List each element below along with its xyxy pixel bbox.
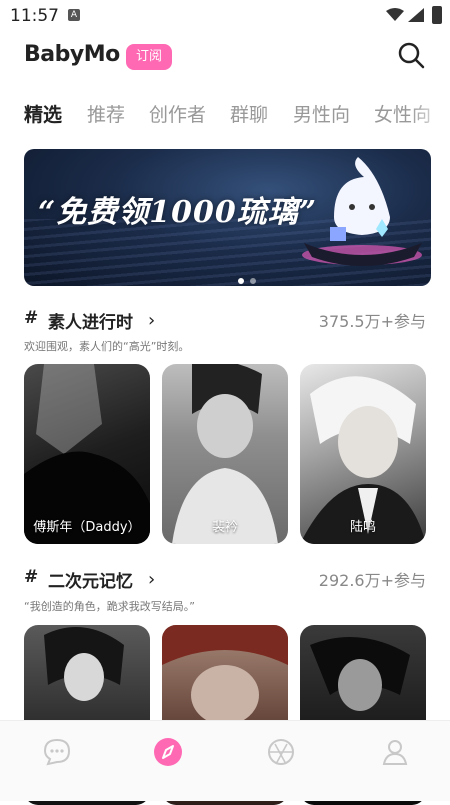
character-card[interactable]: 陆鸣 [300,364,426,544]
section-header-anime-memories[interactable]: # 二次元记忆 › 292.6万+参与 [24,567,426,595]
profile-icon[interactable] [380,737,410,767]
chevron-right-icon: › [148,569,156,590]
status-bar: 11:57 A [0,0,450,32]
tab-male-oriented[interactable]: 男性向 [293,100,350,127]
character-name: 傅斯年（Daddy） [33,520,141,535]
discover-compass-icon[interactable] [153,737,183,767]
character-portrait [44,627,124,701]
banner-headline: “免费领1000琉璃” [38,195,318,230]
chat-bubble-icon[interactable] [42,737,72,767]
participant-count: 292.6万+参与 [318,571,426,590]
battery-icon [432,6,442,24]
subscribe-button[interactable]: 订阅 [126,44,172,70]
section-description: “我创造的角色，跪求我改写结局。” [24,600,195,613]
character-name: 裴衿 [211,520,238,535]
promo-banner[interactable]: “免费领1000琉璃” [24,149,431,286]
character-portrait [310,637,410,711]
character-card[interactable]: 裴衿 [162,364,288,544]
app-logo: BabyMo [24,42,120,67]
bottom-navigation [0,720,450,801]
status-time: 11:57 [10,6,59,26]
section-header-amateurs[interactable]: # 素人进行时 › 375.5万+参与 [24,308,426,336]
pagination-dot-active [238,278,244,284]
pagination-dot [250,278,256,284]
participant-count: 375.5万+参与 [318,312,426,331]
character-card[interactable]: 傅斯年（Daddy） [24,364,150,544]
app-header: BabyMo 订阅 [0,32,450,82]
signal-icon [408,8,424,22]
hashtag-icon: # [24,308,39,328]
a-icon: A [68,9,80,21]
tab-group-chat[interactable]: 群聊 [230,100,268,127]
tab-creators[interactable]: 创作者 [149,100,206,127]
tabs-fade [410,92,450,132]
hashtag-icon: # [24,567,39,587]
banner-pagination [238,269,262,286]
tab-featured[interactable]: 精选 [24,100,62,127]
section-description: 欢迎围观，素人们的“高光”时刻。 [24,340,190,353]
search-icon[interactable] [396,40,426,70]
section-title: 二次元记忆 [48,572,133,592]
section-title: 素人进行时 [48,313,133,333]
aperture-icon[interactable] [266,737,296,767]
character-name: 陆鸣 [349,520,376,535]
chevron-right-icon: › [148,310,156,331]
tab-recommended[interactable]: 推荐 [87,100,125,127]
wifi-icon [386,8,404,21]
character-portrait [162,625,288,725]
category-tabs: 精选 推荐 创作者 群聊 男性向 女性向 [0,92,450,132]
